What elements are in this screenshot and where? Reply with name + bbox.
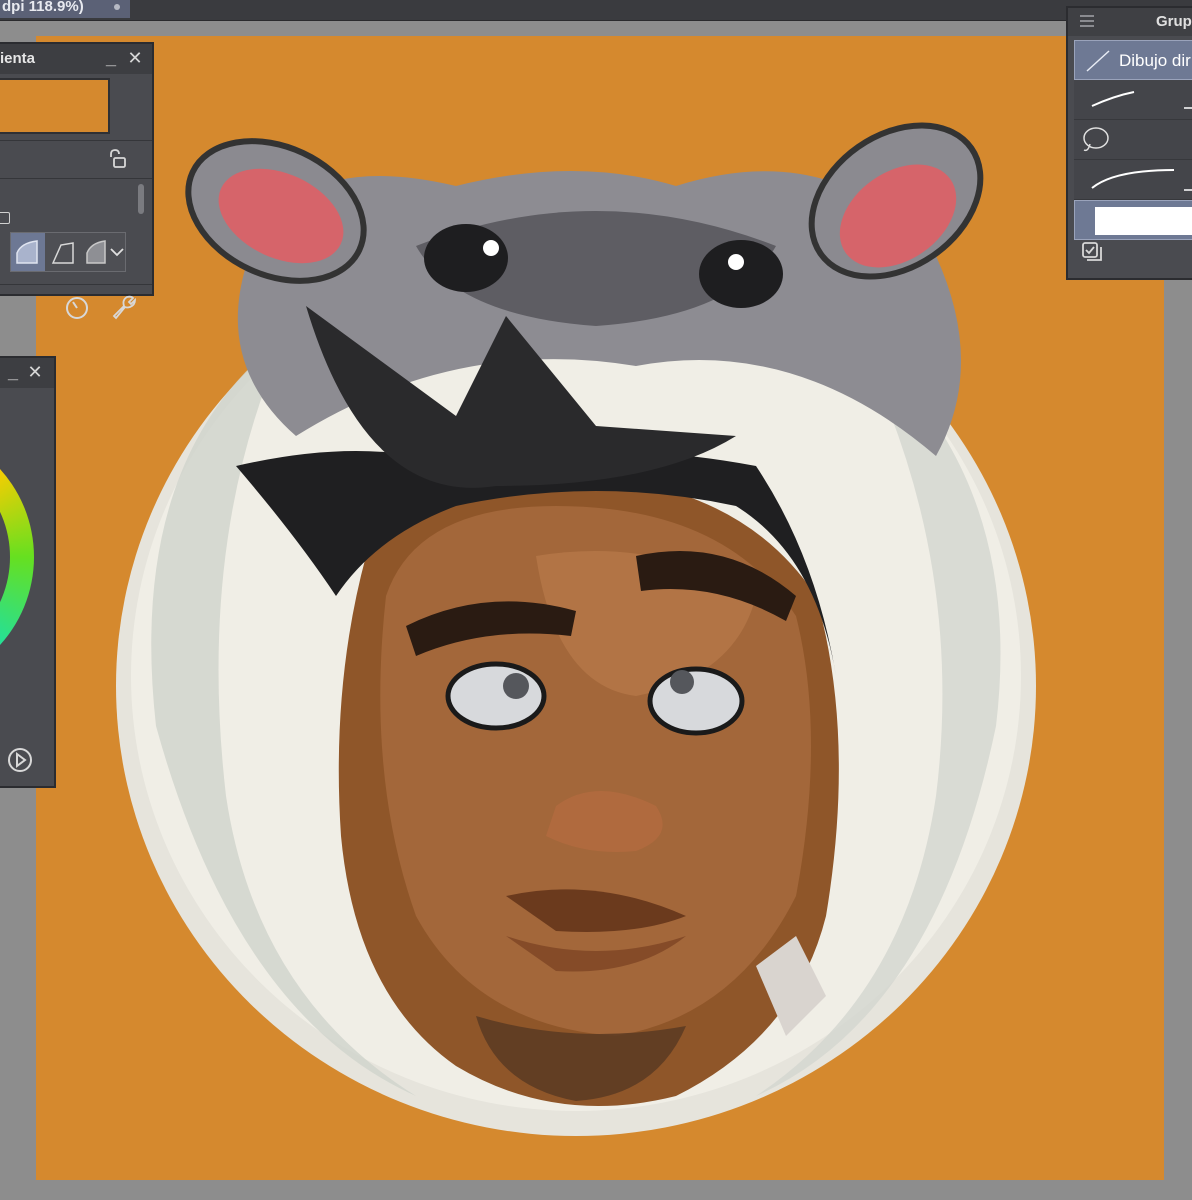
checkbox-stack-icon[interactable]: [1080, 240, 1104, 264]
tool-item-dibujo[interactable]: Dibujo dir: [1074, 40, 1192, 80]
divider: [0, 178, 152, 179]
pen-stroke-icon: [1086, 50, 1110, 72]
tool-item-curve[interactable]: [1074, 160, 1192, 200]
shape-option-flat[interactable]: [83, 233, 109, 271]
tool-label: Dibujo dir: [1119, 51, 1191, 70]
color-wheel-header[interactable]: _ ✕: [0, 358, 54, 388]
subtool-detail-panel: ienta _ ✕: [0, 42, 154, 320]
tool-item-blank[interactable]: [1074, 200, 1192, 240]
wrench-icon[interactable]: [110, 294, 136, 320]
divider: [0, 140, 152, 141]
document-tab[interactable]: dpi 118.9%): [0, 0, 130, 18]
setting-checkbox[interactable]: [0, 212, 10, 224]
shape-option-round[interactable]: [11, 233, 45, 271]
close-button[interactable]: ✕: [126, 44, 144, 74]
close-button[interactable]: ✕: [26, 358, 44, 388]
timer-icon[interactable]: [64, 294, 90, 320]
color-wheel-area[interactable]: [0, 388, 54, 748]
stroke-preview-icon: [1091, 91, 1192, 109]
subtool-group-header[interactable]: Grup: [1068, 8, 1192, 36]
shape-option-angled[interactable]: [47, 233, 81, 271]
panel-footer: [0, 290, 152, 330]
subtool-detail-title: ienta: [0, 50, 36, 67]
minimize-button[interactable]: _: [4, 358, 22, 388]
tool-item-stroke[interactable]: [1074, 80, 1192, 120]
menu-grip-icon[interactable]: [1078, 12, 1096, 30]
brush-shape-round-icon: [16, 240, 38, 264]
panel-scrollbar[interactable]: [138, 184, 144, 214]
document-tab-title: dpi 118.9%): [2, 0, 84, 15]
subtool-detail-header[interactable]: ienta _ ✕: [0, 44, 152, 74]
white-preview-bar: [1095, 207, 1192, 235]
minimize-button[interactable]: _: [102, 44, 120, 74]
drawing-canvas[interactable]: [36, 36, 1164, 1180]
brush-shape-selector: [10, 232, 126, 272]
unlock-icon[interactable]: [108, 148, 126, 168]
brush-shape-angled-icon: [51, 242, 74, 264]
curve-stroke-icon: [1091, 169, 1192, 191]
main-color-swatch[interactable]: [0, 78, 110, 134]
divider: [0, 284, 152, 285]
subtool-group-panel: Grup Dibujo dir: [1066, 6, 1192, 280]
chevron-down-icon: [110, 248, 124, 257]
artwork-illustration: [116, 122, 1036, 1136]
color-wheel-panel: _ ✕: [0, 356, 56, 788]
document-tab-bar: dpi 118.9%): [0, 0, 1192, 21]
lasso-icon: [1083, 127, 1109, 152]
shape-dropdown[interactable]: [109, 233, 125, 271]
brush-shape-flat-icon: [86, 240, 106, 264]
tool-item-lasso[interactable]: [1074, 120, 1192, 160]
play-icon[interactable]: [6, 746, 34, 774]
unsaved-dot-icon: [114, 4, 120, 10]
subtool-group-title: Grup: [1156, 13, 1192, 30]
